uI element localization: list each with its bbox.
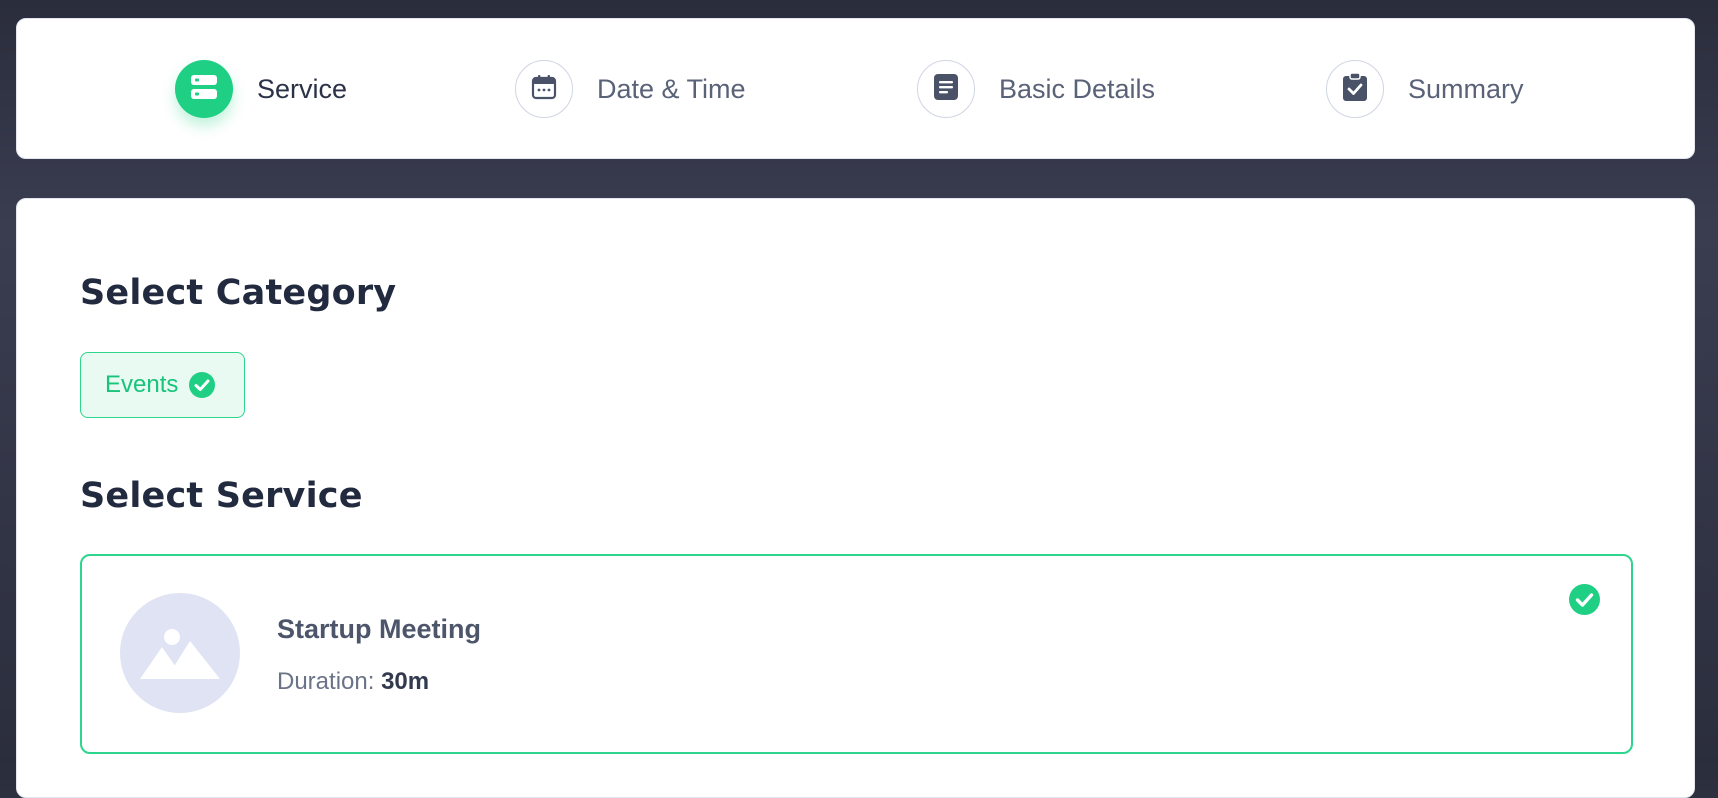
calendar-icon	[531, 74, 557, 105]
step-basic-details-label: Basic Details	[999, 73, 1156, 104]
select-category-heading: Select Category	[80, 273, 397, 313]
selected-check-icon	[1568, 583, 1601, 616]
step-service[interactable]: Service	[175, 58, 347, 120]
step-date-time-circle	[515, 60, 573, 118]
service-duration: Duration: 30m	[277, 668, 429, 696]
check-circle-icon	[188, 371, 216, 399]
server-icon	[191, 74, 217, 105]
service-card-startup-meeting[interactable]: Startup Meeting Duration: 30m	[80, 554, 1633, 754]
image-placeholder-icon	[120, 593, 240, 713]
service-title: Startup Meeting	[277, 614, 482, 644]
step-summary-circle	[1326, 60, 1384, 118]
step-service-label: Service	[257, 73, 348, 104]
step-date-time-label: Date & Time	[597, 73, 746, 104]
booking-stepper: Service Date & Time Basic Details Summar…	[16, 18, 1695, 159]
category-chip-label: Events	[105, 371, 179, 398]
duration-label: Duration:	[277, 668, 375, 695]
step-basic-details-circle	[917, 60, 975, 118]
step-service-circle	[175, 60, 233, 118]
step-summary-label: Summary	[1408, 73, 1524, 104]
service-selection-panel: Select Category Events Select Service St…	[16, 198, 1695, 798]
category-chip-events[interactable]: Events	[80, 352, 245, 418]
step-date-time[interactable]: Date & Time	[515, 58, 746, 120]
duration-value: 30m	[381, 668, 430, 695]
clipboard-check-icon	[1343, 71, 1367, 106]
document-icon	[934, 73, 958, 105]
select-service-heading: Select Service	[80, 476, 363, 516]
step-summary[interactable]: Summary	[1326, 58, 1524, 120]
step-basic-details[interactable]: Basic Details	[917, 58, 1155, 120]
